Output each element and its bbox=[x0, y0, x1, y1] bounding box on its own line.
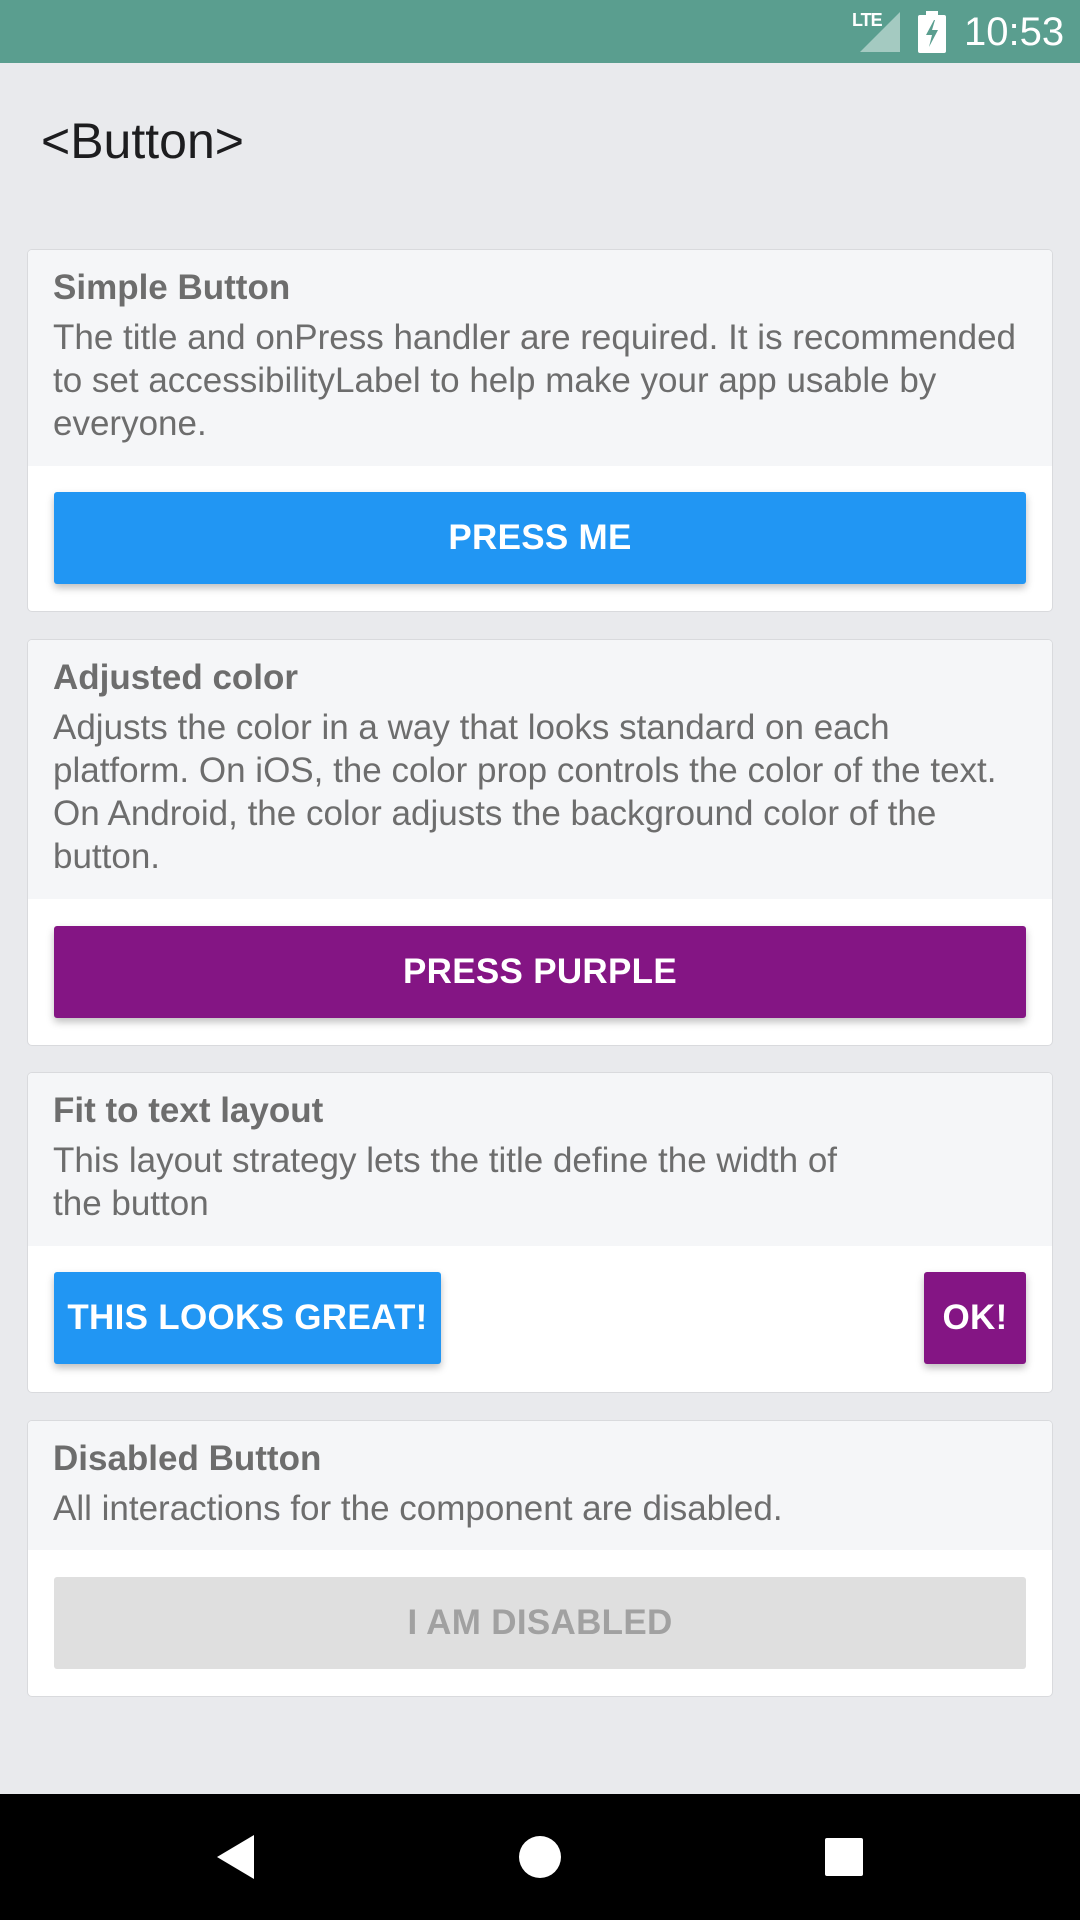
app-bar: <Button> bbox=[0, 63, 1080, 213]
press-purple-button[interactable]: PRESS PURPLE bbox=[54, 926, 1026, 1018]
card-description: This layout strategy lets the title defi… bbox=[53, 1141, 838, 1223]
card-title: Disabled Button bbox=[53, 1439, 322, 1478]
card-title: Simple Button bbox=[53, 268, 291, 307]
home-icon[interactable] bbox=[477, 1794, 603, 1920]
card-title: Adjusted color bbox=[53, 658, 299, 697]
card-title: Fit to text layout bbox=[53, 1091, 324, 1130]
card-description: All interactions for the component are d… bbox=[53, 1489, 783, 1528]
ok-button[interactable]: OK! bbox=[924, 1272, 1026, 1364]
card-simple-button: Simple Button The title and onPress hand… bbox=[27, 249, 1053, 612]
card-header: Simple Button The title and onPress hand… bbox=[28, 250, 1052, 466]
card-header: Disabled Button All interactions for the… bbox=[28, 1421, 1052, 1550]
card-description: The title and onPress handler are requir… bbox=[53, 318, 1017, 443]
card-adjusted-color: Adjusted color Adjusts the color in a wa… bbox=[27, 639, 1053, 1046]
card-disabled-button: Disabled Button All interactions for the… bbox=[27, 1420, 1053, 1697]
clock: 10:53 bbox=[964, 10, 1065, 54]
back-icon[interactable] bbox=[172, 1794, 298, 1920]
this-looks-great-button[interactable]: THIS LOOKS GREAT! bbox=[54, 1272, 441, 1364]
page-title: <Button> bbox=[41, 113, 244, 169]
card-description: Adjusts the color in a way that looks st… bbox=[53, 708, 997, 876]
recents-icon[interactable] bbox=[781, 1794, 907, 1920]
disabled-button: I AM DISABLED bbox=[54, 1577, 1026, 1669]
card-header: Fit to text layout This layout strategy … bbox=[28, 1073, 1052, 1246]
press-me-button[interactable]: PRESS ME bbox=[54, 492, 1026, 584]
navigation-bar bbox=[0, 1794, 1080, 1920]
card-fit-to-text-layout: Fit to text layout This layout strategy … bbox=[27, 1072, 1053, 1393]
network-type-label: LTE bbox=[852, 10, 883, 30]
status-bar: LTE 10:53 bbox=[0, 0, 1080, 63]
card-header: Adjusted color Adjusts the color in a wa… bbox=[28, 640, 1052, 899]
battery-charging-icon bbox=[918, 11, 946, 53]
